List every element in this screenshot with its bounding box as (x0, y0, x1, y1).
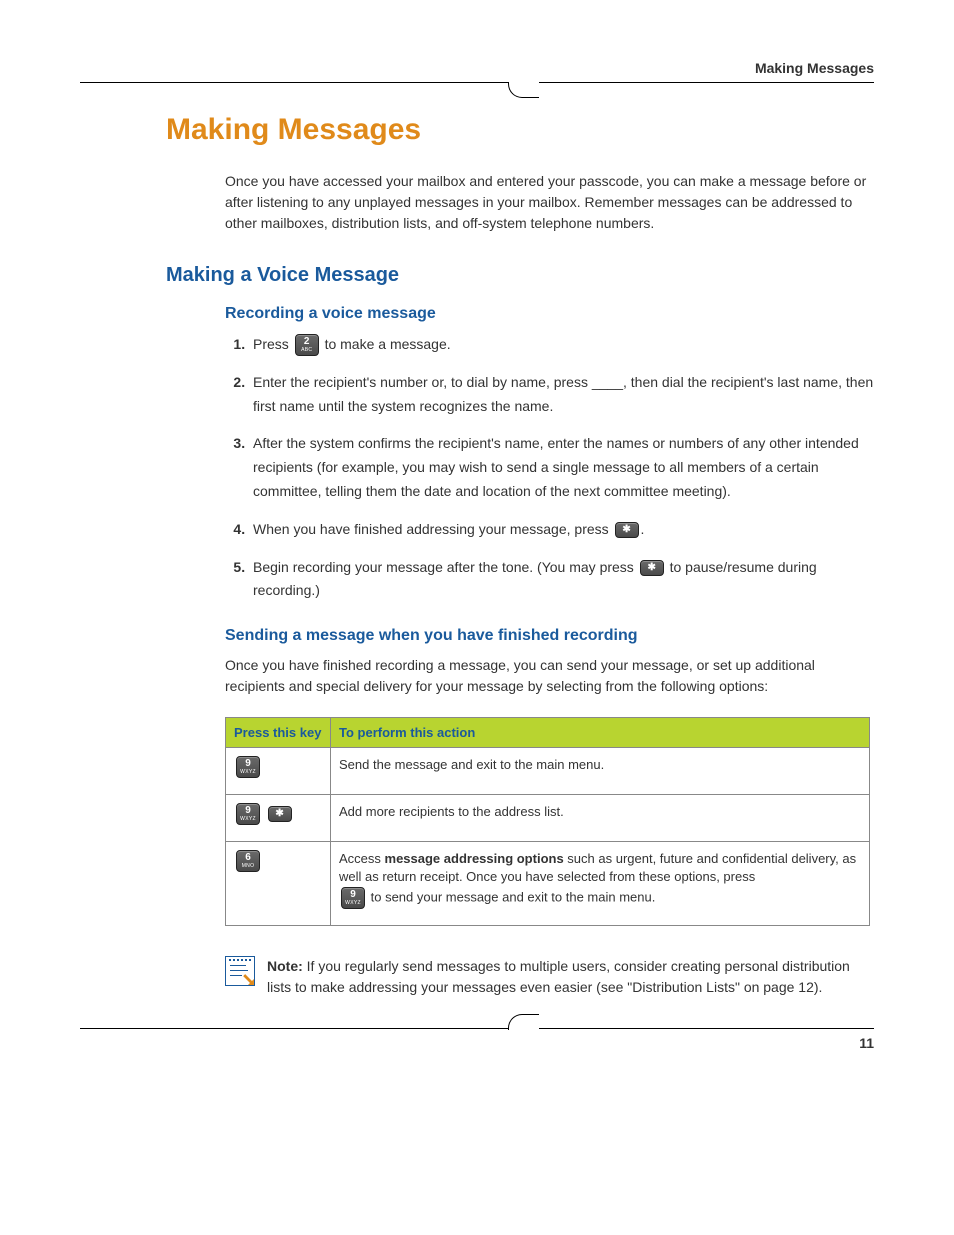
key-9-icon: 9WXYZ (341, 887, 365, 909)
step-5-text-a: Begin recording your message after the t… (253, 559, 638, 575)
options-table: Press this key To perform this action 9W… (225, 717, 870, 925)
note-text: Note: If you regularly send messages to … (267, 956, 874, 998)
key-9-icon: 9WXYZ (236, 803, 260, 825)
table-row: 9WXYZ ✱ Add more recipients to the addre… (226, 795, 870, 842)
sending-paragraph: Once you have finished recording a messa… (225, 655, 874, 697)
step-4: When you have finished addressing your m… (249, 518, 874, 542)
chapter-title: Making Messages (166, 113, 874, 147)
page-number: 11 (80, 1035, 874, 1051)
step-1-text-a: Press (253, 336, 293, 352)
key-9-icon: 9WXYZ (236, 756, 260, 778)
subsection-recording: Recording a voice message (225, 305, 874, 323)
step-1-text-b: to make a message. (321, 336, 451, 352)
intro-paragraph: Once you have accessed your mailbox and … (225, 171, 874, 234)
key-star-icon: ✱ (640, 560, 664, 576)
running-head: Making Messages (80, 60, 874, 76)
header-rule (80, 82, 874, 83)
step-3: After the system confirms the recipient'… (249, 432, 874, 503)
table-header-action: To perform this action (331, 718, 870, 748)
key-2-icon: 2ABC (295, 334, 319, 356)
table-header-key: Press this key (226, 718, 331, 748)
note-icon (225, 956, 255, 986)
table-action: Send the message and exit to the main me… (331, 748, 870, 795)
footer-rule (80, 1028, 874, 1029)
steps-list: Press 2ABC to make a message. Enter the … (225, 333, 874, 603)
step-4-text-b: . (641, 521, 645, 537)
table-row: 6MNO Access message addressing options s… (226, 842, 870, 925)
subsection-sending: Sending a message when you have finished… (225, 627, 874, 645)
key-star-icon: ✱ (268, 806, 292, 822)
section-title: Making a Voice Message (166, 264, 874, 287)
step-1: Press 2ABC to make a message. (249, 333, 874, 357)
table-action: Add more recipients to the address list. (331, 795, 870, 842)
step-5: Begin recording your message after the t… (249, 556, 874, 604)
table-action: Access message addressing options such a… (331, 842, 870, 925)
note-block: Note: If you regularly send messages to … (225, 956, 874, 998)
note-label: Note: (267, 958, 303, 974)
key-6-icon: 6MNO (236, 850, 260, 872)
key-star-icon: ✱ (615, 522, 639, 538)
table-row: 9WXYZ Send the message and exit to the m… (226, 748, 870, 795)
step-2: Enter the recipient's number or, to dial… (249, 371, 874, 419)
step-4-text-a: When you have finished addressing your m… (253, 521, 613, 537)
bold-text: message addressing options (385, 851, 564, 866)
